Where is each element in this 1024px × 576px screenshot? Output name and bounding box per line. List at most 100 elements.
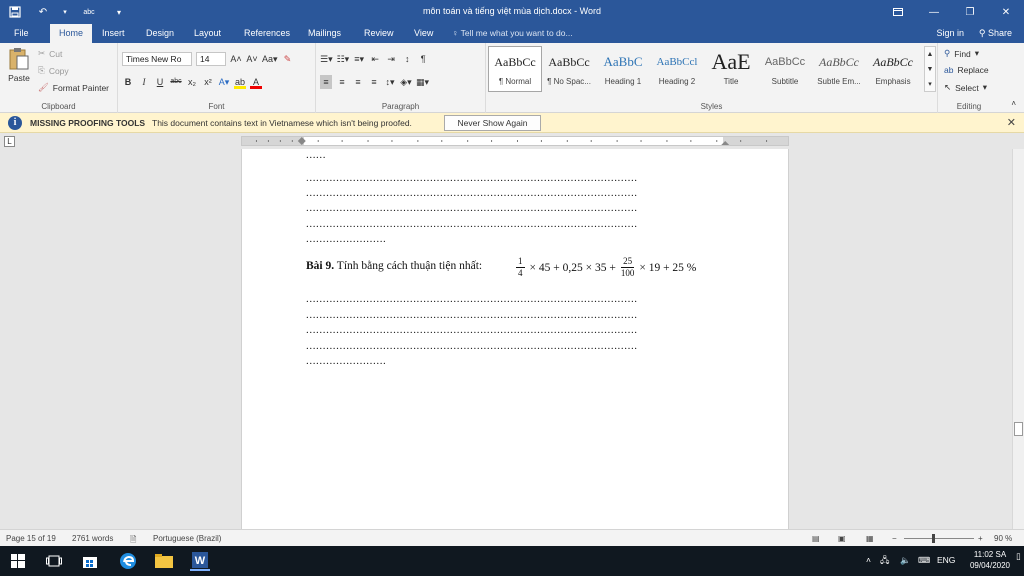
collapse-ribbon-icon[interactable]: ˄ [1011,99,1016,108]
zoom-slider-knob[interactable] [932,534,935,543]
tab-references[interactable]: References [238,24,296,43]
chevron-down-icon: ▾ [974,48,980,58]
superscript-icon[interactable]: x² [202,75,214,89]
horizontal-ruler[interactable] [241,136,789,146]
increase-indent-icon[interactable]: ⇥ [385,52,397,66]
show-marks-icon[interactable]: ¶ [417,52,429,66]
borders-icon[interactable]: ▦▾ [416,75,429,89]
tab-design[interactable]: Design [140,24,180,43]
task-view-icon[interactable] [44,551,64,571]
paste-button[interactable]: Paste [6,47,32,91]
numbering-icon[interactable]: ☷▾ [337,52,350,66]
volume-icon[interactable]: 🔈 [900,555,911,566]
notifications-icon[interactable]: ▯ [1016,551,1021,562]
styles-gallery-scroll[interactable]: ▲ ▼ ▾ [924,46,936,92]
ribbon-display-options-icon[interactable] [880,0,916,24]
system-clock[interactable]: 11:02 SA 09/04/2020 [964,549,1016,571]
close-icon[interactable]: ✕ [1007,116,1016,129]
language-tray[interactable]: ENG [937,555,955,565]
zoom-out-icon[interactable]: − [892,534,897,543]
multilevel-list-icon[interactable]: ≡▾ [353,52,365,66]
tab-insert[interactable]: Insert [96,24,131,43]
input-method-icon[interactable]: ⌨ [918,555,930,566]
web-layout-icon[interactable]: ▦ [866,534,874,543]
copy-button[interactable]: ⎘ Copy [38,65,69,76]
close-icon[interactable]: ✕ [988,0,1024,24]
tab-layout[interactable]: Layout [188,24,227,43]
style-heading-1[interactable]: AaBbC Heading 1 [596,46,650,92]
underline-icon[interactable]: U [154,75,166,89]
never-show-again-button[interactable]: Never Show Again [444,115,541,131]
style-emphasis[interactable]: AaBbCc Emphasis [866,46,920,92]
bold-icon[interactable]: B [122,75,134,89]
answer-line: ........................................… [306,202,638,214]
shrink-font-icon[interactable]: A˅ [246,52,258,66]
style-heading-2[interactable]: AaBbCcl Heading 2 [650,46,704,92]
answer-line: ........................................… [306,172,638,184]
grow-font-icon[interactable]: A˄ [230,52,242,66]
align-center-icon[interactable]: ≡ [336,75,348,89]
tab-file[interactable]: File [8,24,35,43]
style-title[interactable]: AaE Title [704,46,758,92]
file-explorer-icon[interactable] [154,551,174,571]
decrease-indent-icon[interactable]: ⇤ [369,52,381,66]
highlight-icon[interactable]: ab [234,75,246,89]
font-name-combo[interactable]: Times New Ro [122,52,192,66]
language-indicator[interactable]: Portuguese (Brazil) [153,534,221,543]
tab-selector[interactable]: L [4,136,15,147]
edge-browser-icon[interactable] [118,551,138,571]
replace-button[interactable]: ab Replace [944,65,989,75]
style-no-spacing[interactable]: AaBbCc ¶ No Spac... [542,46,596,92]
show-hidden-icons[interactable]: ˄ [866,555,871,565]
status-bar: Page 15 of 19 2761 words 🗎 Portuguese (B… [0,529,1024,546]
tell-me-box[interactable]: ♀ Tell me what you want to do... [452,24,573,43]
sort-icon[interactable]: ↕ [401,52,413,66]
format-painter-label: Format Painter [52,82,110,93]
sign-in-link[interactable]: Sign in [936,24,964,43]
network-icon[interactable]: 🖧 [880,555,889,569]
style-normal[interactable]: AaBbCc ¶ Normal [488,46,542,92]
read-mode-icon[interactable]: ▤ [812,534,820,543]
store-icon[interactable] [80,551,100,571]
style-subtitle[interactable]: AaBbCc Subtitle [758,46,812,92]
cut-button[interactable]: ✂ Cut [38,48,62,59]
align-left-icon[interactable]: ≡ [320,75,332,89]
font-size-combo[interactable]: 14 [196,52,226,66]
print-layout-icon[interactable]: ▣ [838,534,846,543]
page-count[interactable]: Page 15 of 19 [6,534,56,543]
align-right-icon[interactable]: ≡ [352,75,364,89]
vertical-scrollbar[interactable] [1012,149,1024,529]
justify-icon[interactable]: ≡ [368,75,380,89]
select-button[interactable]: ↖ Select ▾ [944,82,987,93]
find-button[interactable]: ⚲ Find ▾ [944,48,979,59]
tab-home[interactable]: Home [50,24,92,43]
font-color-icon[interactable]: A [250,75,262,89]
bullets-icon[interactable]: ☰▾ [320,52,333,66]
scrollbar-thumb[interactable] [1014,422,1023,436]
answer-line: ........................ [306,233,387,245]
subscript-icon[interactable]: x₂ [186,75,198,89]
word-app-icon[interactable]: W [190,551,210,571]
format-painter-button[interactable]: 🖌 Format Painter [38,82,109,93]
zoom-slider[interactable] [904,534,974,543]
tab-mailings[interactable]: Mailings [302,24,347,43]
minimize-icon[interactable]: — [916,0,952,24]
zoom-level[interactable]: 90 % [994,534,1012,543]
word-count[interactable]: 2761 words [72,534,113,543]
italic-icon[interactable]: I [138,75,150,89]
shading-icon[interactable]: ◈▾ [400,75,412,89]
style-subtle-emphasis[interactable]: AaBbCc Subtle Em... [812,46,866,92]
text-effects-icon[interactable]: A▾ [218,75,230,89]
tab-review[interactable]: Review [358,24,400,43]
ribbon: Paste ✂ Cut ⎘ Copy 🖌 Format Painter Clipboa… [0,43,1024,113]
share-button[interactable]: ⚲ Share [979,24,1012,43]
zoom-in-icon[interactable]: + [978,534,983,543]
strikethrough-icon[interactable]: abc [170,75,182,89]
restore-icon[interactable]: ❐ [952,0,988,24]
clear-formatting-icon[interactable]: ✎ [282,52,294,66]
line-spacing-icon[interactable]: ↕▾ [384,75,396,89]
windows-start-icon[interactable] [8,551,28,571]
tab-view[interactable]: View [408,24,439,43]
change-case-icon[interactable]: Aa▾ [262,52,278,66]
document-page[interactable]: ...... .................................… [241,149,789,529]
